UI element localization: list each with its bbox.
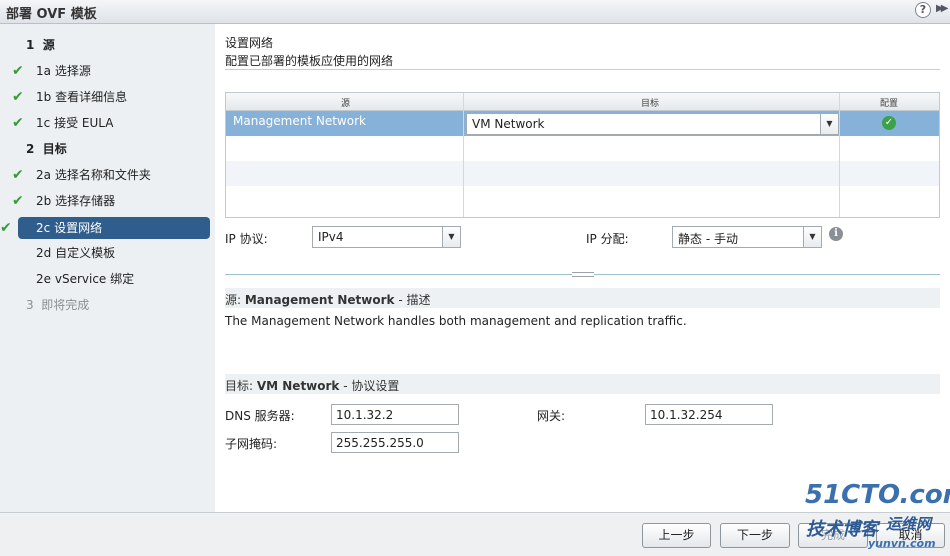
gateway-label: 网关: — [537, 409, 566, 423]
table-header: 源 目标 配置 — [226, 93, 939, 111]
step-2b-select-storage[interactable]: ✔ 2b 选择存储器 — [12, 190, 115, 212]
ip-allocation-select[interactable]: 静态 - 手动 ▼ — [672, 226, 822, 248]
ip-protocol-label: IP 协议: — [225, 232, 268, 246]
window-title: 部署 OVF 模板 — [6, 7, 97, 22]
wizard-footer: 上一步 下一步 完成 取消 技术博客 运维网 yunvn.com — [0, 512, 950, 556]
destination-settings-header: 目标: VM Network - 协议设置 — [225, 374, 940, 394]
network-mapping-table: 源 目标 配置 Management Network VM Network ▼ … — [225, 92, 940, 218]
column-header-source[interactable]: 源 — [341, 96, 350, 109]
step-2d-customize-template[interactable]: 2d 自定义模板 — [36, 242, 115, 264]
column-header-destination[interactable]: 目标 — [641, 96, 659, 109]
column-divider — [463, 93, 464, 217]
check-icon: ✔ — [12, 63, 24, 79]
check-icon: ✔ — [12, 167, 24, 183]
step-1a-select-source[interactable]: ✔ 1a 选择源 — [12, 60, 91, 82]
check-icon: ✔ — [0, 220, 12, 236]
splitter-grip-icon[interactable] — [572, 272, 594, 277]
info-icon[interactable]: i — [829, 227, 843, 241]
expand-icon[interactable]: ▶▶ — [936, 3, 949, 14]
source-description-header: 源: Management Network - 描述 — [225, 288, 940, 308]
check-icon: ✔ — [12, 89, 24, 105]
chevron-down-icon[interactable]: ▼ — [442, 227, 460, 247]
table-row — [226, 161, 939, 186]
main-panel: 设置网络 配置已部署的模板应使用的网络 源 目标 配置 Management N… — [215, 24, 950, 512]
source-description-text: The Management Network handles both mana… — [225, 314, 687, 328]
subnet-mask-field[interactable]: 255.255.255.0 — [331, 432, 459, 453]
configured-ok-icon: ✓ — [882, 116, 896, 130]
chevron-down-icon[interactable]: ▼ — [820, 114, 838, 134]
step-1b-review-details[interactable]: ✔ 1b 查看详细信息 — [12, 86, 127, 108]
page-subtitle: 配置已部署的模板应使用的网络 — [225, 54, 394, 68]
chevron-down-icon[interactable]: ▼ — [803, 227, 821, 247]
table-row — [226, 186, 939, 211]
step-3-ready-to-complete: 3 即将完成 — [26, 298, 90, 312]
check-icon: ✔ — [12, 193, 24, 209]
ip-allocation-label: IP 分配: — [586, 232, 629, 246]
table-row[interactable]: Management Network VM Network ▼ ✓ — [226, 111, 939, 136]
step-1-source: 1 源 — [26, 38, 55, 52]
column-header-configured[interactable]: 配置 — [880, 96, 898, 109]
table-row — [226, 136, 939, 161]
watermark-text: 运维网 — [886, 515, 932, 533]
dns-server-field[interactable]: 10.1.32.2 — [331, 404, 459, 425]
source-network-cell: Management Network — [233, 114, 366, 128]
help-icon[interactable]: ? — [915, 2, 931, 18]
gateway-field[interactable]: 10.1.32.254 — [645, 404, 773, 425]
step-2a-name-folder[interactable]: ✔ 2a 选择名称和文件夹 — [12, 164, 151, 186]
watermark-text: yunvn.com — [868, 537, 936, 550]
subnet-mask-label: 子网掩码: — [225, 437, 278, 451]
step-2c-setup-networks[interactable]: ✔ 2c 设置网络 — [0, 217, 210, 239]
column-divider — [839, 93, 840, 217]
check-icon: ✔ — [12, 115, 24, 131]
title-bar: 部署 OVF 模板 ? ▶▶ — [0, 0, 950, 24]
back-button[interactable]: 上一步 — [642, 523, 711, 548]
ip-protocol-select[interactable]: IPv4 ▼ — [312, 226, 461, 248]
step-2e-vservice-bindings[interactable]: 2e vService 绑定 — [36, 268, 134, 290]
page-title: 设置网络 — [225, 36, 274, 50]
wizard-steps-sidebar: 1 源 ✔ 1a 选择源 ✔ 1b 查看详细信息 ✔ 1c 接受 EULA 2 … — [0, 24, 215, 512]
step-2-destination: 2 目标 — [26, 142, 67, 156]
dns-server-label: DNS 服务器: — [225, 409, 295, 423]
destination-network-select[interactable]: VM Network ▼ — [466, 113, 839, 135]
step-1c-accept-eula[interactable]: ✔ 1c 接受 EULA — [12, 112, 113, 134]
watermark-logo: 51CTO.com — [805, 480, 950, 510]
divider — [225, 69, 940, 70]
next-button[interactable]: 下一步 — [720, 523, 790, 548]
